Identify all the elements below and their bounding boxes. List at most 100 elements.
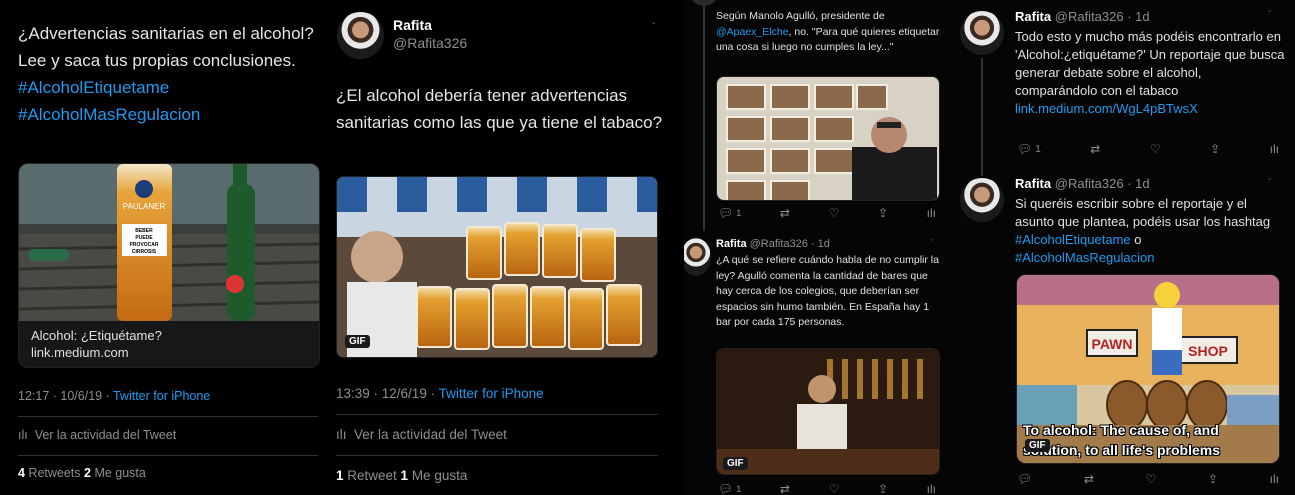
avatar[interactable]: [960, 178, 1004, 222]
reply-button[interactable]: 💬︎ 1: [718, 206, 741, 220]
retweets-label: Retweets: [24, 466, 85, 480]
tweet-actions: 💬︎ 1 ⇄ ♡ ⇪ ılı: [718, 482, 936, 495]
client-link[interactable]: Twitter for iPhone: [439, 386, 544, 401]
tweet-body: ¿El alcohol debería tener advertencias s…: [336, 86, 663, 132]
gif-badge: GIF: [723, 457, 748, 470]
author-name[interactable]: Rafita: [393, 17, 432, 33]
tweet-text-part: Todo esto y mucho más podéis encontrarlo…: [1015, 29, 1285, 98]
tweet-gif-media[interactable]: GIF: [336, 176, 658, 358]
author-handle-meta: @Rafita326 · 1d: [1054, 9, 1150, 24]
retweet-icon[interactable]: ⇄: [780, 482, 790, 495]
retweet-icon[interactable]: ⇄: [780, 206, 790, 220]
share-icon[interactable]: ⇪: [878, 206, 888, 220]
avatar[interactable]: [684, 238, 711, 276]
gif-image: [717, 349, 939, 474]
stats-icon[interactable]: ılı: [927, 482, 936, 495]
gif-image: [337, 177, 657, 357]
tweet-gif-media[interactable]: PAWN SHOP To alcohol: The cause of, and …: [1016, 274, 1280, 464]
sign-left-text: PAWN: [1092, 336, 1133, 352]
tweet-gif-media[interactable]: GIF: [716, 348, 940, 475]
stats-icon: ılı: [18, 428, 28, 442]
author-name[interactable]: Rafita: [716, 238, 747, 250]
client-link[interactable]: Twitter for iPhone: [113, 389, 210, 403]
avatar[interactable]: [337, 12, 384, 59]
tweet-thread-panel-3: Según Manolo Agulló, presidente de @Apae…: [684, 0, 950, 495]
tweet-link[interactable]: link.medium.com/WgL4pBTwsX: [1015, 101, 1198, 116]
stats-icon: ılı: [336, 427, 347, 442]
tweet-actions: 💬︎ ⇄ ♡ ⇪ ılı: [1017, 472, 1279, 486]
likes-count[interactable]: 2: [84, 466, 91, 480]
stats-icon[interactable]: ılı: [1270, 472, 1279, 486]
share-icon[interactable]: ⇪: [878, 482, 888, 495]
timestamp-text: 12:17 · 10/6/19 ·: [18, 389, 113, 403]
tweet-header: Rafita @Rafita326 · 1d: [1015, 176, 1150, 191]
hashtag-link[interactable]: #AlcoholEtiquetame: [1015, 232, 1131, 247]
heart-icon[interactable]: ♡: [1146, 472, 1157, 486]
link-card[interactable]: PAULANER BEBER PUEDE PROVOCAR CIRROSIS A…: [18, 163, 320, 368]
retweets-count[interactable]: 4: [18, 466, 25, 480]
reply-icon: 💬︎: [718, 206, 734, 220]
tweet-photo-media[interactable]: [716, 76, 940, 201]
timestamp-text: 13:39 · 12/6/19 ·: [336, 386, 439, 401]
reply-button[interactable]: 💬︎ 1: [1017, 142, 1041, 156]
chevron-down-icon[interactable]: ˇ: [930, 238, 933, 248]
retweets-count[interactable]: 1: [336, 468, 344, 483]
thread-line: [981, 58, 983, 176]
stats-icon[interactable]: ılı: [1270, 142, 1279, 156]
photo-image: [717, 77, 939, 200]
share-icon[interactable]: ⇪: [1208, 472, 1218, 486]
tweet-header: Rafita @Rafita326 · 1d: [1015, 9, 1150, 24]
gif-badge: GIF: [345, 335, 370, 348]
hashtag-link[interactable]: #AlcoholMasRegulacion: [18, 105, 200, 124]
tweet-body: ¿Advertencias sanitarias en el alcohol? …: [18, 24, 314, 70]
tweet-activity-link[interactable]: ılı Ver la actividad del Tweet: [336, 427, 507, 442]
tweet-text-part: Según Manolo Agulló, presidente de: [716, 10, 885, 22]
tweet-activity-link[interactable]: ılı Ver la actividad del Tweet: [18, 428, 176, 442]
reply-count: 1: [736, 484, 742, 494]
divider: [336, 414, 658, 415]
tweet-timestamp: 13:39 · 12/6/19 · Twitter for iPhone: [336, 386, 544, 401]
reply-icon[interactable]: 💬︎: [1017, 472, 1032, 486]
chevron-down-icon[interactable]: ˇ: [1268, 178, 1271, 189]
retweets-label: Retweet: [343, 468, 401, 483]
retweet-icon[interactable]: ⇄: [1084, 472, 1094, 486]
tweet-actions: 💬︎ 1 ⇄ ♡ ⇪ ılı: [718, 206, 936, 220]
author-name[interactable]: Rafita: [1015, 9, 1051, 24]
reply-count: 1: [1035, 143, 1041, 155]
author-handle-meta: @Rafita326 · 1d: [1054, 176, 1150, 191]
heart-icon[interactable]: ♡: [1150, 142, 1161, 156]
reply-count: 1: [736, 208, 742, 218]
svg-text:BEBER: BEBER: [135, 228, 153, 234]
glass-brand-label: PAULANER: [123, 202, 166, 211]
tweet-body: Según Manolo Agulló, presidente de @Apae…: [716, 9, 944, 56]
share-icon[interactable]: ⇪: [1210, 142, 1220, 156]
avatar[interactable]: [960, 11, 1004, 55]
sign-right-text: SHOP: [1188, 343, 1228, 359]
tweet-timestamp: 12:17 · 10/6/19 · Twitter for iPhone: [18, 389, 210, 403]
tweet-text-part: Si queréis escribir sobre el reportaje y…: [1015, 196, 1271, 229]
likes-label: Me gusta: [408, 468, 468, 483]
tweet-header: Rafita @Rafita326 · 1d: [716, 238, 830, 250]
hashtag-link[interactable]: #AlcoholEtiquetame: [18, 78, 169, 97]
tweet-panel-1: ¿Advertencias sanitarias en el alcohol? …: [0, 0, 331, 495]
likes-count[interactable]: 1: [401, 468, 409, 483]
reply-button[interactable]: 💬︎ 1: [718, 482, 741, 495]
author-handle[interactable]: @Rafita326: [393, 35, 467, 51]
likes-label: Me gusta: [90, 466, 146, 480]
heart-icon[interactable]: ♡: [829, 482, 840, 495]
retweet-icon[interactable]: ⇄: [1090, 142, 1100, 156]
link-card-domain: link.medium.com: [31, 345, 129, 360]
tweet-body: Todo esto y mucho más podéis encontrarlo…: [1015, 28, 1287, 118]
svg-text:PROVOCAR: PROVOCAR: [130, 242, 159, 248]
link-card-image: PAULANER BEBER PUEDE PROVOCAR CIRROSIS: [19, 164, 319, 321]
heart-icon[interactable]: ♡: [829, 206, 840, 220]
stats-icon[interactable]: ılı: [927, 206, 936, 220]
mention-link[interactable]: @Apaex_Elche: [716, 26, 789, 38]
hashtag-link[interactable]: #AlcoholMasRegulacion: [1015, 250, 1154, 265]
author-name[interactable]: Rafita: [1015, 176, 1051, 191]
gif-badge: GIF: [1025, 439, 1050, 452]
chevron-down-icon[interactable]: ˇ: [1268, 10, 1271, 21]
chevron-down-icon[interactable]: ˇ: [652, 22, 655, 33]
thread-line: [703, 6, 705, 231]
tweet-panel-2: Rafita @Rafita326 ˇ ¿El alcohol debería …: [331, 0, 684, 495]
